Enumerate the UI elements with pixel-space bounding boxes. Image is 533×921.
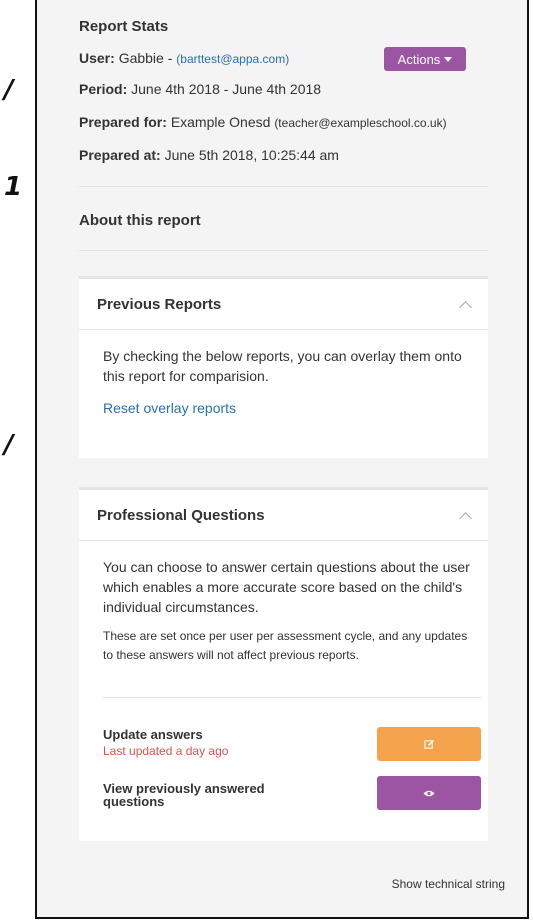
divider [79,186,488,187]
prepared-for-row: Prepared for: Example Onesd (teacher@exa… [79,114,447,130]
divider [103,697,481,698]
prepared-at-label: Prepared at: [79,147,161,163]
show-technical-string-link[interactable]: Show technical string [392,877,505,891]
prepared-for-name: Example Onesd [170,114,271,130]
reset-overlay-reports-link[interactable]: Reset overlay reports [103,398,464,418]
professional-questions-note: These are set once per user per assessme… [103,629,468,662]
period-row: Period: June 4th 2018 - June 4th 2018 [79,81,321,97]
update-answers-button[interactable] [377,727,481,761]
previous-reports-title: Previous Reports [97,295,222,313]
previous-reports-header[interactable]: Previous Reports [79,279,488,330]
edit-icon [423,739,434,749]
user-label: User: [79,50,115,66]
chevron-up-icon[interactable] [459,511,472,525]
report-stats-title: Report Stats [79,18,169,35]
prepared-at-row: Prepared at: June 5th 2018, 10:25:44 am [79,147,339,163]
edge-fragment-mark: 1 [4,172,23,202]
divider [79,250,488,251]
caret-down-icon [444,56,453,62]
prepared-for-label: Prepared for: [79,114,167,130]
professional-questions-title: Professional Questions [97,506,265,524]
last-updated-status: Last updated a day ago [103,744,229,758]
professional-questions-description: You can choose to answer certain questio… [103,559,470,615]
previous-reports-body: By checking the below reports, you can o… [79,330,488,434]
eye-icon [423,790,435,796]
professional-questions-body: You can choose to answer certain questio… [79,541,488,665]
professional-questions-panel: Professional Questions You can choose to… [79,487,488,841]
user-separator: - [163,50,177,66]
period-value: June 4th 2018 - June 4th 2018 [131,81,322,97]
previous-reports-panel: Previous Reports By checking the below r… [79,276,488,458]
edge-fragment-mark: / [4,430,14,460]
update-answers-label: Update answers [103,727,203,742]
prepared-for-email: (teacher@exampleschool.co.uk) [274,116,447,130]
chevron-up-icon[interactable] [459,300,472,314]
view-previous-answers-label: View previously answered questions [103,781,265,809]
previous-reports-description: By checking the below reports, you can o… [103,348,462,384]
user-email-link[interactable]: (barttest@appa.com) [176,52,289,66]
prepared-at-value: June 5th 2018, 10:25:44 am [164,147,339,163]
edge-fragment-mark: / [4,75,14,105]
user-row: User: Gabbie - (barttest@appa.com) [79,50,289,66]
about-report-toggle[interactable]: About this report [79,212,201,229]
user-name: Gabbie [118,50,164,66]
actions-label: Actions [397,51,441,67]
view-previous-answers-button[interactable] [377,776,481,810]
actions-dropdown-button[interactable]: Actions [384,47,466,71]
period-label: Period: [79,81,128,97]
professional-questions-header[interactable]: Professional Questions [79,490,488,541]
